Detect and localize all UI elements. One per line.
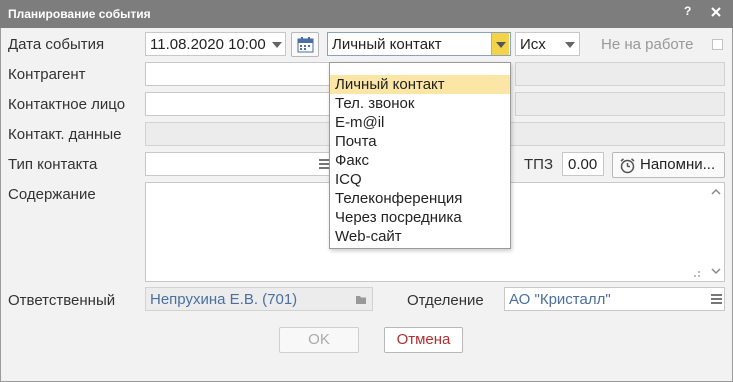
responsible-field: Непрухина Е.В. (701) [145, 287, 373, 311]
event-date-field[interactable]: 11.08.2020 10:00 [145, 32, 286, 56]
scroll-up-icon[interactable] [711, 188, 721, 195]
dropdown-option[interactable]: Телеконференция [330, 189, 510, 208]
not-at-work-checkbox[interactable] [712, 39, 723, 50]
contact-person-field[interactable] [145, 92, 330, 116]
help-button[interactable]: ? [684, 4, 691, 18]
dropdown-option[interactable]: Тел. звонок [330, 94, 510, 113]
department-label: Отделение [407, 292, 484, 309]
tpz-value: 0.00 [568, 156, 598, 173]
tpz-label: ТПЗ [524, 156, 554, 173]
calendar-button[interactable] [291, 32, 319, 57]
contact-type-label: Тип контакта [8, 156, 98, 173]
department-menu-icon[interactable] [711, 294, 722, 305]
folder-icon[interactable] [355, 295, 367, 305]
dropdown-option[interactable]: Web-сайт [330, 227, 510, 246]
contact-data-label: Контакт. данные [8, 126, 122, 143]
dropdown-option[interactable]: ICQ [330, 170, 510, 189]
dropdown-option[interactable]: Через посредника [330, 208, 510, 227]
responsible-label: Ответственный [8, 292, 116, 309]
direction-select[interactable]: Исх [515, 32, 580, 56]
event-date-dropdown-arrow[interactable] [268, 33, 286, 55]
contact-mode-select[interactable]: Личный контакт [327, 32, 511, 56]
direction-dropdown-arrow[interactable] [561, 33, 579, 55]
event-date-label: Дата события [8, 36, 105, 53]
contact-person-label: Контактное лицо [8, 96, 126, 113]
contact-type-field[interactable] [145, 152, 330, 176]
department-field[interactable]: АО "Кристалл" [504, 287, 725, 311]
remind-button[interactable]: Напомни... [612, 152, 725, 178]
dropdown-option[interactable]: E-m@il [330, 113, 510, 132]
contractor-label: Контрагент [8, 66, 86, 83]
contractor-field[interactable] [145, 62, 330, 86]
dropdown-option[interactable]: Почта [330, 132, 510, 151]
content-label: Содержание [8, 186, 96, 203]
remind-button-label: Напомни... [640, 156, 716, 173]
ok-button[interactable]: OK [279, 327, 359, 353]
resize-grip-icon[interactable] [691, 268, 701, 278]
dropdown-option[interactable]: Личный контакт [330, 75, 510, 94]
cancel-button[interactable]: Отмена [384, 327, 463, 353]
dropdown-option[interactable]: Факс [330, 151, 510, 170]
responsible-value[interactable]: Непрухина Е.В. (701) [150, 291, 297, 308]
contact-person-extra-field [515, 92, 725, 116]
window-title: Планирование события [8, 7, 151, 21]
contractor-extra-field [515, 62, 725, 86]
title-bar: Планирование события ? [0, 0, 733, 28]
calendar-icon [297, 37, 314, 53]
event-date-value: 11.08.2020 10:00 [150, 36, 266, 53]
department-value[interactable]: АО "Кристалл" [509, 291, 611, 308]
contact-mode-dropdown-list: Личный контакт Тел. звонок E-m@il Почта Факс… [329, 62, 511, 249]
contact-mode-value: Личный контакт [332, 36, 442, 53]
direction-value: Исх [520, 36, 546, 53]
alarm-clock-icon [620, 158, 635, 174]
scroll-down-icon[interactable] [711, 268, 721, 275]
content-scrollbar[interactable] [708, 183, 724, 281]
tpz-field[interactable]: 0.00 [562, 152, 604, 176]
close-icon[interactable] [709, 5, 723, 19]
not-at-work-label: Не на работе [601, 36, 694, 53]
contact-mode-dropdown-arrow[interactable] [491, 33, 509, 55]
